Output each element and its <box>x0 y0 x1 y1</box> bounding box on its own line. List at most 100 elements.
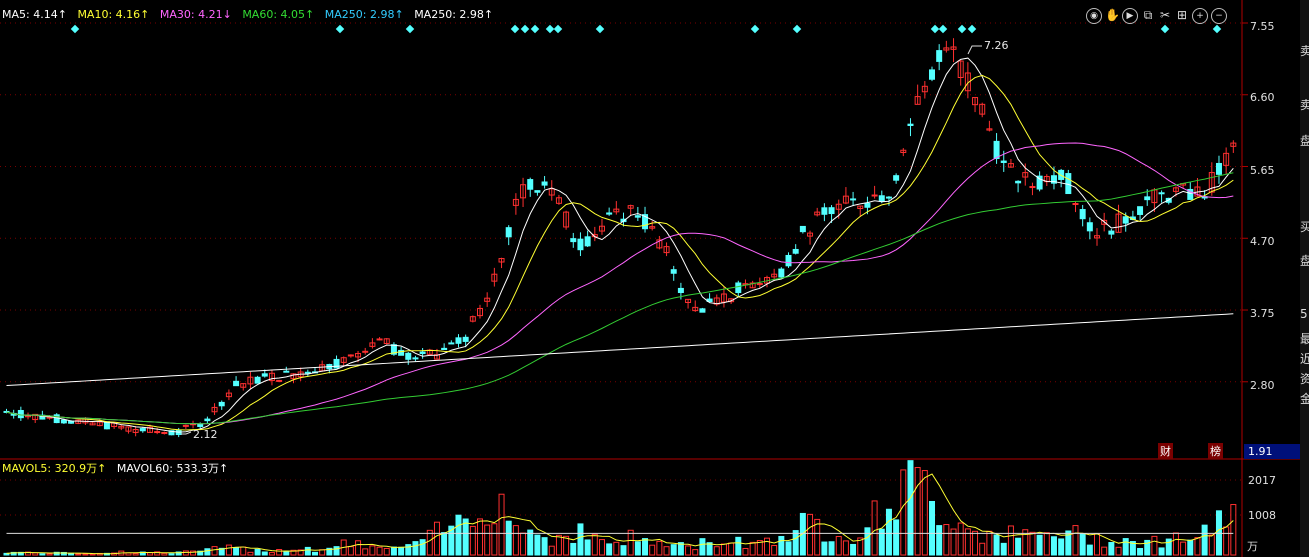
side-char: 资 <box>1300 372 1309 386</box>
price-tick-660: 6.60 <box>1250 91 1275 104</box>
peak-price-label: 7.26 <box>984 39 1009 52</box>
candle-body <box>885 196 892 199</box>
volume-bar <box>663 546 670 556</box>
volume-bar <box>656 540 663 556</box>
volume-bar <box>1158 547 1165 556</box>
candle-body <box>197 423 204 427</box>
trough-price-label: 2.12 <box>193 428 218 441</box>
zoom-in-icon[interactable]: + <box>1192 8 1208 24</box>
volume-bar <box>1230 504 1237 556</box>
candle-body <box>929 69 935 80</box>
volume-unit: 万 <box>1247 540 1258 553</box>
volume-tick-2017: 2017 <box>1248 474 1276 487</box>
volume-bar <box>577 523 584 556</box>
volume-bar <box>699 538 706 556</box>
volume-bar <box>1180 541 1187 556</box>
volume-bar <box>828 541 835 556</box>
volume-bar <box>807 513 814 556</box>
event-marker-icon <box>520 24 530 34</box>
volume-bar <box>670 544 677 556</box>
volume-bar <box>1007 525 1014 556</box>
volume-bar <box>735 536 742 556</box>
event-marker-icon <box>530 24 540 34</box>
volume-bar <box>871 500 878 556</box>
volume-bar <box>32 552 39 556</box>
candle-body <box>1000 160 1007 163</box>
volume-bar <box>979 542 986 556</box>
candle-body <box>419 351 426 355</box>
volume-bar <box>1079 533 1086 556</box>
candle-body <box>799 225 806 233</box>
event-marker-icon <box>750 24 760 34</box>
candle-body <box>505 227 512 238</box>
volume-bar <box>312 551 318 556</box>
candle-body <box>699 308 706 313</box>
candle-body <box>864 202 871 208</box>
volume-bar <box>835 536 842 556</box>
candle-body <box>462 336 469 342</box>
volume-bar <box>850 543 857 556</box>
volume-bar <box>541 537 548 556</box>
grid-icon[interactable]: ⊞ <box>1175 8 1189 22</box>
event-marker-icon <box>1212 24 1222 34</box>
volume-bar <box>885 508 892 556</box>
candle-body <box>850 198 857 201</box>
hand-icon[interactable]: ✋ <box>1105 8 1120 22</box>
volume-bar <box>1172 532 1179 556</box>
volume-bar <box>1122 538 1129 556</box>
volume-bar <box>900 469 907 556</box>
volume-bar <box>1208 534 1215 556</box>
copy-icon[interactable]: ⧉ <box>1141 8 1155 22</box>
candle-body <box>17 409 24 419</box>
eye-icon[interactable]: ◉ <box>1086 8 1102 24</box>
volume-bar <box>1108 542 1115 556</box>
finance-flag[interactable]: 财 <box>1158 443 1173 459</box>
candle-body <box>677 287 684 294</box>
ma60-line <box>6 172 1234 425</box>
volume-bar <box>642 538 649 556</box>
volume-bar <box>893 519 900 556</box>
candle-body <box>735 282 742 294</box>
volume-bar <box>792 530 799 556</box>
volume-bar <box>498 493 505 556</box>
volume-bar <box>914 467 921 556</box>
candle-body <box>1079 209 1086 220</box>
candle-body <box>785 254 792 267</box>
volume-bar <box>986 530 993 556</box>
volume-bar <box>563 535 570 556</box>
side-char: 卖 <box>1300 44 1309 58</box>
volume-bar <box>1115 546 1122 556</box>
candle-body <box>534 190 541 193</box>
candle-body <box>606 212 613 215</box>
candle-body <box>182 424 189 427</box>
zoom-out-icon[interactable]: − <box>1211 8 1227 24</box>
side-char: 最 <box>1300 332 1309 346</box>
ranking-flag[interactable]: 榜 <box>1208 443 1223 459</box>
candle-body <box>261 373 268 377</box>
volume-bar <box>692 549 699 556</box>
candle-body <box>541 181 548 186</box>
volume-bar <box>390 546 397 556</box>
volume-bar <box>462 518 469 556</box>
volume-bar <box>921 470 928 556</box>
candle-body <box>139 428 146 432</box>
volume-bar <box>842 540 849 556</box>
volume-bar <box>168 553 175 556</box>
volume-bar <box>620 545 627 556</box>
event-marker-icon <box>405 24 415 34</box>
side-char: 金 <box>1300 392 1309 406</box>
play-icon[interactable]: ▶ <box>1122 8 1138 24</box>
candle-body <box>283 370 290 373</box>
volume-bar <box>477 518 484 556</box>
event-marker-icon <box>1160 24 1170 34</box>
volume-bar <box>1015 537 1022 556</box>
volume-bar <box>362 548 369 556</box>
candle-body <box>347 354 354 357</box>
candle-body <box>254 376 261 384</box>
scissors-icon[interactable]: ✂ <box>1158 8 1172 22</box>
volume-bar <box>1072 525 1079 556</box>
volume-bar <box>1151 535 1158 556</box>
volume-bar <box>355 540 362 556</box>
volume-bar <box>146 552 153 556</box>
candle-body <box>670 269 677 274</box>
